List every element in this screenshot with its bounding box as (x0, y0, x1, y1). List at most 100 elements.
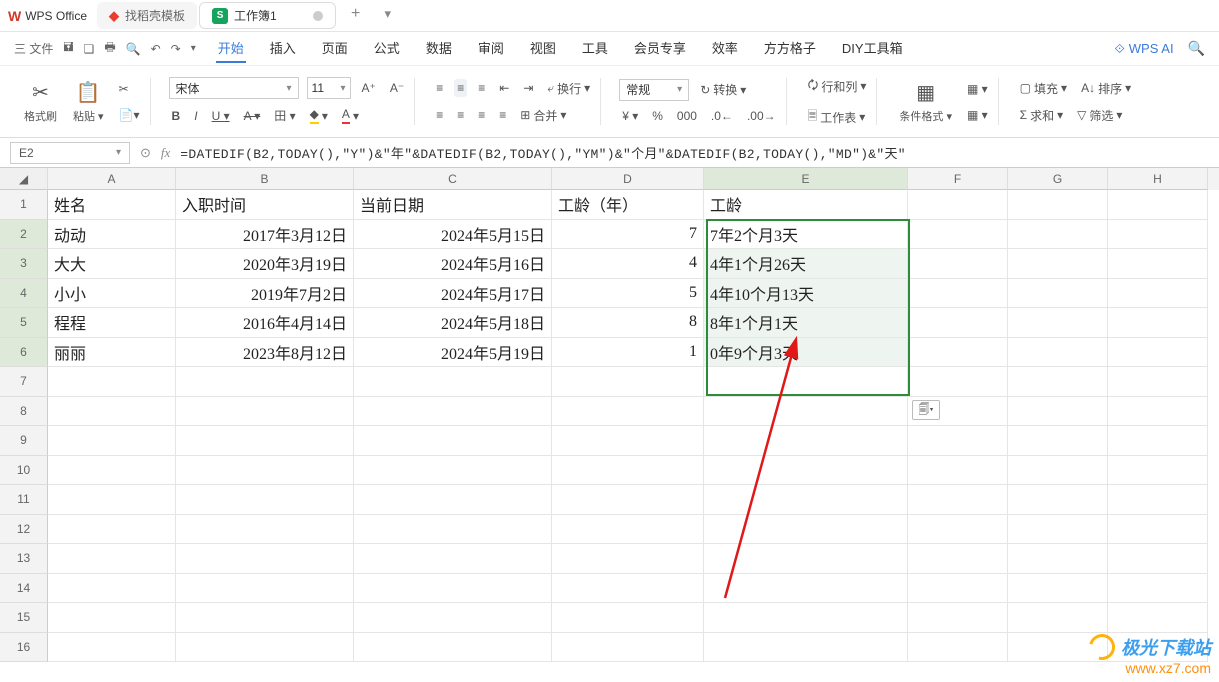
cell[interactable] (552, 574, 704, 604)
row-header[interactable]: 6 (0, 338, 48, 368)
cell[interactable]: 姓名 (48, 190, 176, 220)
cell[interactable] (704, 456, 908, 486)
name-box[interactable]: E2 ▾ (10, 142, 130, 164)
row-header[interactable]: 13 (0, 544, 48, 574)
menu-insert[interactable]: 插入 (268, 34, 298, 63)
align-middle-button[interactable]: ≡ (454, 79, 467, 97)
col-header-B[interactable]: B (176, 168, 354, 190)
currency-button[interactable]: ¥ ▾ (619, 107, 641, 125)
italic-button[interactable]: I (191, 107, 200, 125)
align-left-button[interactable]: ≡ (433, 106, 446, 124)
cell[interactable] (48, 397, 176, 427)
cell[interactable]: 4 (552, 249, 704, 279)
undo-icon[interactable]: ↶ (151, 42, 161, 56)
cell[interactable] (354, 456, 552, 486)
cell[interactable] (1008, 220, 1108, 250)
wrap-text-button[interactable]: ⤶ 换行 ▾ (544, 78, 593, 99)
row-header[interactable]: 9 (0, 426, 48, 456)
cell[interactable] (354, 603, 552, 633)
row-header[interactable]: 10 (0, 456, 48, 486)
row-header[interactable]: 4 (0, 279, 48, 309)
cell[interactable] (552, 426, 704, 456)
align-bottom-button[interactable]: ≡ (475, 79, 488, 97)
row-header[interactable]: 3 (0, 249, 48, 279)
cell[interactable]: 程程 (48, 308, 176, 338)
row-header[interactable]: 16 (0, 633, 48, 663)
cell[interactable] (176, 397, 354, 427)
rowcol-button[interactable]: 🗘 行和列 ▾ (805, 74, 870, 99)
cell[interactable] (1008, 603, 1108, 633)
cell[interactable] (552, 515, 704, 545)
cell[interactable] (552, 633, 704, 663)
row-header[interactable]: 7 (0, 367, 48, 397)
redo-icon[interactable]: ↷ (171, 42, 181, 56)
cell[interactable] (176, 633, 354, 663)
cell[interactable] (1108, 249, 1208, 279)
cut-button[interactable]: ✂ (116, 80, 143, 98)
font-color-button[interactable]: A ▾ (339, 105, 362, 126)
bold-button[interactable]: B (169, 107, 184, 125)
cell[interactable] (1008, 397, 1108, 427)
cell[interactable] (552, 603, 704, 633)
cell[interactable] (176, 426, 354, 456)
cell[interactable] (1108, 397, 1208, 427)
qat-dropdown-icon[interactable]: ▾ (191, 43, 196, 54)
tab-list-button[interactable]: ▾ (376, 2, 400, 26)
cell[interactable]: 8年1个月1天 (704, 308, 908, 338)
cell[interactable] (552, 397, 704, 427)
cell[interactable] (704, 397, 908, 427)
row-header[interactable]: 11 (0, 485, 48, 515)
tab-template[interactable]: ◆ 找稻壳模板 (97, 2, 197, 29)
cell[interactable] (354, 397, 552, 427)
cell[interactable] (704, 574, 908, 604)
row-header[interactable]: 2 (0, 220, 48, 250)
cell[interactable] (1108, 456, 1208, 486)
formula-input[interactable]: =DATEDIF(B2,TODAY(),"Y")&"年"&DATEDIF(B2,… (180, 143, 906, 162)
cell[interactable] (908, 456, 1008, 486)
cell[interactable]: 4年1个月26天 (704, 249, 908, 279)
cond-format-button[interactable]: ▦条件格式 ▾ (895, 80, 956, 124)
row-header[interactable]: 1 (0, 190, 48, 220)
copy-button[interactable]: 📄▾ (116, 106, 143, 124)
cell[interactable] (1108, 603, 1208, 633)
cell[interactable] (908, 574, 1008, 604)
decrease-decimal-button[interactable]: .0← (708, 107, 736, 125)
increase-font-button[interactable]: A⁺ (359, 79, 379, 97)
col-header-F[interactable]: F (908, 168, 1008, 190)
cell[interactable]: 2024年5月18日 (354, 308, 552, 338)
cell[interactable] (176, 574, 354, 604)
underline-button[interactable]: U ▾ (209, 107, 233, 125)
cell[interactable] (1008, 544, 1108, 574)
align-justify-button[interactable]: ≡ (496, 106, 509, 124)
cell[interactable]: 2023年8月12日 (176, 338, 354, 368)
cell[interactable]: 1 (552, 338, 704, 368)
cell[interactable]: 2020年3月19日 (176, 249, 354, 279)
sum-button[interactable]: Σ 求和 ▾ (1017, 105, 1066, 126)
cell[interactable] (908, 279, 1008, 309)
cell[interactable]: 5 (552, 279, 704, 309)
cell[interactable]: 2024年5月17日 (354, 279, 552, 309)
cell[interactable]: 工龄 (704, 190, 908, 220)
print-icon[interactable]: 🖶 (104, 38, 115, 59)
row-header[interactable]: 8 (0, 397, 48, 427)
merge-cells-button[interactable]: ⊞ 合并 ▾ (517, 105, 569, 126)
menu-data[interactable]: 数据 (424, 34, 454, 63)
sort-button[interactable]: A↓ 排序 ▾ (1078, 78, 1134, 99)
cell[interactable] (48, 633, 176, 663)
cell[interactable] (48, 367, 176, 397)
cell[interactable] (1108, 279, 1208, 309)
col-header-C[interactable]: C (354, 168, 552, 190)
cell[interactable]: 2017年3月12日 (176, 220, 354, 250)
cell[interactable] (704, 367, 908, 397)
cell[interactable] (1108, 220, 1208, 250)
cell[interactable]: 入职时间 (176, 190, 354, 220)
cell[interactable] (704, 426, 908, 456)
worksheet-button[interactable]: 🗏 工作表 ▾ (805, 105, 869, 130)
cell[interactable] (354, 426, 552, 456)
fx-icon[interactable]: fx (161, 145, 170, 161)
format-painter-button[interactable]: ✂格式刷 (20, 80, 61, 124)
cell[interactable]: 2019年7月2日 (176, 279, 354, 309)
cell[interactable] (908, 515, 1008, 545)
indent-increase-button[interactable]: ⇥ (520, 79, 536, 97)
cell[interactable] (1108, 338, 1208, 368)
